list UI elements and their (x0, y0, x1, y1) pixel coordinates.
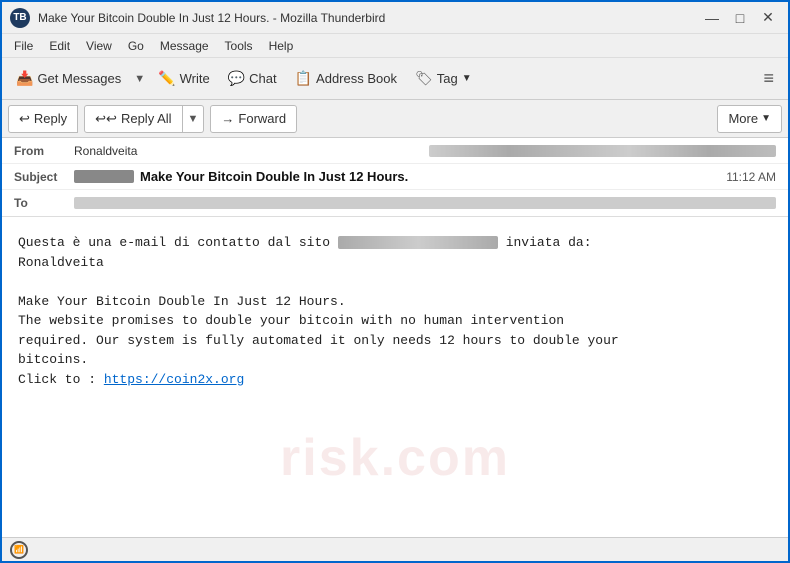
from-label: From (14, 144, 74, 158)
email-header: From Ronaldveita Subject Make Your Bitco… (2, 138, 788, 217)
minimize-button[interactable]: — (700, 7, 724, 29)
reply-label: Reply (34, 111, 67, 126)
address-book-icon: 📋 (295, 70, 312, 87)
address-book-button[interactable]: 📋 Address Book (287, 63, 405, 95)
to-row: To (2, 190, 788, 216)
more-dropdown-icon: ▼ (761, 113, 771, 124)
from-name: Ronaldveita (74, 144, 421, 158)
menu-bar: File Edit View Go Message Tools Help (2, 34, 788, 58)
address-book-label: Address Book (316, 71, 397, 86)
forward-button[interactable]: → Forward (210, 105, 297, 133)
reply-all-label: Reply All (121, 111, 172, 126)
subject-row: Subject Make Your Bitcoin Double In Just… (2, 164, 788, 190)
write-label: Write (180, 71, 210, 86)
email-body: Questa è una e-mail di contatto dal sito… (2, 217, 788, 537)
forward-label: Forward (238, 111, 286, 126)
title-bar: TB Make Your Bitcoin Double In Just 12 H… (2, 2, 788, 34)
reply-all-icon: ↩↩ (95, 111, 117, 127)
menu-help[interactable]: Help (261, 37, 302, 55)
body-line1: Questa è una e-mail di contatto dal sito… (18, 233, 772, 253)
reply-all-group: ↩↩ Reply All ▼ (84, 105, 204, 133)
maximize-button[interactable]: □ (728, 7, 752, 29)
body-line4: Make Your Bitcoin Double In Just 12 Hour… (18, 292, 772, 312)
body-line5: The website promises to double your bitc… (18, 311, 772, 331)
menu-file[interactable]: File (6, 37, 41, 55)
status-bar: 📶 (2, 537, 788, 561)
menu-go[interactable]: Go (120, 37, 152, 55)
to-label: To (14, 196, 74, 210)
subject-text: Make Your Bitcoin Double In Just 12 Hour… (140, 169, 408, 184)
from-row: From Ronaldveita (2, 138, 788, 164)
window-title: Make Your Bitcoin Double In Just 12 Hour… (38, 11, 700, 25)
coin2x-link[interactable]: https://coin2x.org (104, 372, 244, 387)
connection-status-icon: 📶 (10, 541, 28, 559)
email-timestamp: 11:12 AM (726, 170, 776, 184)
menu-tools[interactable]: Tools (217, 37, 261, 55)
get-messages-button[interactable]: 📥 Get Messages (8, 63, 129, 95)
action-toolbar: ↩ Reply ↩↩ Reply All ▼ → Forward More ▼ (2, 100, 788, 138)
chat-icon: 💬 (228, 70, 245, 87)
write-icon: ✏️ (158, 70, 175, 87)
watermark: risk.com (280, 419, 510, 497)
menu-message[interactable]: Message (152, 37, 217, 55)
app-icon: TB (10, 8, 30, 28)
window-controls: — □ ✕ (700, 7, 780, 29)
chat-button[interactable]: 💬 Chat (220, 63, 285, 95)
tag-icon: 🏷 (415, 70, 433, 87)
main-toolbar: 📥 Get Messages ▼ ✏️ Write 💬 Chat 📋 Addre… (2, 58, 788, 100)
body-line7: bitcoins. (18, 350, 772, 370)
menu-view[interactable]: View (78, 37, 120, 55)
body-line6: required. Our system is fully automated … (18, 331, 772, 351)
body-line2: Ronaldveita (18, 253, 772, 273)
reply-all-dropdown[interactable]: ▼ (183, 105, 205, 133)
tag-label: Tag (437, 71, 458, 86)
from-email (429, 145, 776, 157)
thunderbird-window: TB Make Your Bitcoin Double In Just 12 H… (0, 0, 790, 563)
reply-icon: ↩ (19, 111, 30, 127)
more-button[interactable]: More ▼ (717, 105, 782, 133)
menu-edit[interactable]: Edit (41, 37, 78, 55)
more-label: More (728, 111, 758, 126)
get-messages-icon: 📥 (16, 70, 33, 87)
get-messages-label: Get Messages (37, 71, 121, 86)
get-messages-dropdown[interactable]: ▼ (131, 63, 148, 95)
reply-button[interactable]: ↩ Reply (8, 105, 78, 133)
reply-group: ↩ Reply (8, 105, 78, 133)
tag-button[interactable]: 🏷 Tag ▼ (407, 63, 480, 95)
connection-icon-label: 📶 (14, 545, 24, 554)
write-button[interactable]: ✏️ Write (150, 63, 218, 95)
to-email (74, 197, 776, 209)
reply-all-button[interactable]: ↩↩ Reply All (84, 105, 182, 133)
close-button[interactable]: ✕ (756, 7, 780, 29)
tag-dropdown-icon: ▼ (462, 73, 472, 84)
body-click-line: Click to : https://coin2x.org (18, 370, 772, 390)
body-blurred-site (338, 236, 498, 249)
subject-label: Subject (14, 170, 74, 184)
subject-prefix-blurred (74, 170, 134, 183)
forward-icon: → (221, 111, 234, 126)
hamburger-button[interactable]: ≡ (755, 63, 782, 95)
chat-label: Chat (249, 71, 276, 86)
